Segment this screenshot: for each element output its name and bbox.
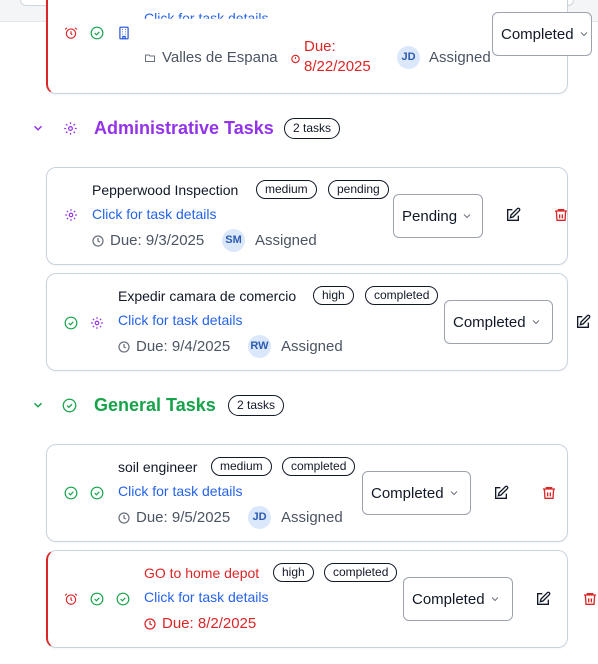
check-circle-icon: [62, 398, 77, 413]
task-due-date: Due: 8/22/2025: [304, 38, 371, 75]
state-badge: completed: [324, 563, 398, 582]
alarm-icon: [64, 593, 78, 605]
clock-icon: [92, 234, 104, 247]
assigned-label: Assigned: [255, 232, 317, 249]
edit-icon[interactable]: [493, 485, 509, 501]
status-select[interactable]: Completed: [492, 12, 592, 56]
check-circle-icon: [64, 316, 78, 330]
task-due-date: Due: 9/4/2025: [118, 338, 230, 355]
gear-icon: [64, 122, 77, 135]
folder-icon: [145, 54, 155, 62]
alarm-clock-icon: [291, 54, 300, 64]
avatar: JD: [248, 506, 271, 529]
task-title: GO to home depot: [144, 565, 260, 581]
edit-icon[interactable]: [535, 591, 551, 607]
avatar: RW: [248, 335, 271, 358]
gear-icon: [65, 209, 77, 221]
task-details-link[interactable]: Click for task details: [118, 312, 242, 328]
task-due-date: Due: 8/2/2025: [144, 615, 256, 632]
check-circle-icon: [64, 486, 78, 500]
building-icon: [119, 26, 129, 40]
clock-icon: [118, 340, 130, 353]
priority-badge: high: [313, 286, 354, 305]
task-count-badge: 2 tasks: [228, 395, 285, 416]
alarm-icon: [64, 27, 78, 39]
trash-icon[interactable]: [582, 591, 598, 607]
avatar: JD: [397, 46, 420, 69]
chevron-down-icon: [532, 320, 539, 325]
chevron-down-icon[interactable]: [31, 398, 45, 412]
state-badge: pending: [328, 180, 389, 199]
state-badge: completed: [365, 286, 439, 305]
avatar: SM: [222, 229, 245, 252]
trash-icon[interactable]: [553, 207, 569, 223]
task-details-link[interactable]: Click for task details: [144, 589, 268, 605]
section-title[interactable]: Administrative Tasks: [94, 118, 274, 139]
task-count-badge: 2 tasks: [284, 118, 341, 139]
status-select[interactable]: Completed: [362, 471, 471, 515]
status-select[interactable]: Completed: [444, 300, 553, 344]
priority-badge: high: [273, 563, 314, 582]
gear-icon: [91, 317, 103, 329]
check-circle-icon: [116, 592, 130, 606]
chevron-down-icon: [491, 597, 498, 602]
task-details-link[interactable]: Click for task details: [92, 206, 216, 222]
priority-badge: medium: [256, 180, 317, 199]
priority-badge: medium: [211, 457, 272, 476]
task-title: Expedir camara de comercio: [118, 288, 297, 304]
check-circle-icon: [90, 26, 104, 40]
assigned-label: Assigned: [429, 49, 491, 66]
check-circle-icon: [90, 486, 104, 500]
trash-icon[interactable]: [541, 485, 557, 501]
alarm-clock-icon: [144, 617, 156, 630]
state-badge: completed: [282, 457, 356, 476]
task-title: Pepperwood Inspection: [92, 182, 239, 198]
status-select[interactable]: Pending: [393, 194, 483, 238]
task-due-date: Due: 9/5/2025: [118, 509, 230, 526]
assigned-label: Assigned: [281, 338, 343, 355]
chevron-down-icon: [450, 491, 457, 496]
chevron-down-icon: [580, 32, 587, 37]
section-title[interactable]: General Tasks: [94, 395, 216, 416]
chevron-down-icon: [463, 214, 471, 219]
task-title: soil engineer: [118, 459, 198, 475]
task-details-link[interactable]: Click for task details: [118, 483, 242, 499]
chevron-down-icon[interactable]: [31, 121, 45, 135]
task-due-date: Due: 9/3/2025: [92, 232, 204, 249]
task-location: Valles de Espana: [144, 49, 278, 66]
status-select[interactable]: Completed: [403, 577, 513, 621]
clock-icon: [118, 511, 130, 524]
check-circle-icon: [90, 592, 104, 606]
edit-icon[interactable]: [575, 314, 591, 330]
assigned-label: Assigned: [281, 509, 343, 526]
edit-icon[interactable]: [505, 207, 521, 223]
